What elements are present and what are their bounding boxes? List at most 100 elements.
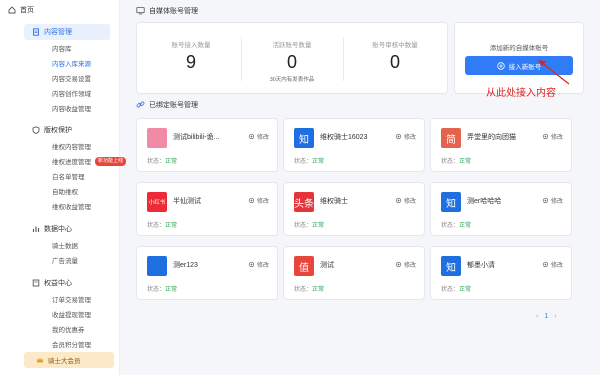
sidebar-item-knight-data[interactable]: 骑士数据 (0, 238, 120, 252)
account-card: 知测er哈哈哈 修改状态：正常 (430, 182, 572, 236)
sidebar-item-content-source[interactable]: 内容入库来源 (0, 56, 120, 70)
status-badge: 正常 (459, 287, 472, 293)
sidebar-item-rights-revenue[interactable]: 维权收益管理 (0, 199, 120, 213)
status-badge: 正常 (312, 159, 325, 165)
account-status: 状态：正常 (441, 220, 471, 229)
status-prefix: 状态： (294, 287, 313, 293)
sidebar-section-label: 数据中心 (44, 226, 72, 233)
account-card: 知维权骑士16023 修改 状态：正常 (283, 118, 425, 172)
account-logo (147, 256, 167, 276)
sidebar-section-data[interactable]: 数据中心 (0, 222, 120, 236)
account-name: 测试 (320, 262, 334, 269)
bound-accounts-title-text: 已绑定账号管理 (149, 102, 198, 109)
account-logo: 头条 (294, 192, 314, 212)
sidebar-item-content-trade[interactable]: 内容交易设置 (0, 71, 120, 85)
status-prefix: 状态： (294, 159, 313, 165)
edit-account-button[interactable]: 修改 (395, 196, 416, 205)
edit-account-button[interactable]: 修改 (248, 196, 269, 205)
status-prefix: 状态： (441, 159, 460, 165)
edit-account-button[interactable]: 修改 (248, 132, 269, 141)
account-card: 简弄堂里的向团猫 修改 状态：正常 (430, 118, 572, 172)
account-card: 头条 维权骑士 修改 状态：正常 (283, 182, 425, 236)
account-card: 测er123 修改 状态：正常 (136, 246, 278, 300)
sidebar-item-label: 首页 (20, 7, 34, 14)
link-icon (136, 100, 145, 111)
account-logo: 知 (294, 128, 314, 148)
page-title-text: 自媒体账号管理 (149, 8, 198, 15)
sidebar-item-label: 白名单管理 (52, 174, 85, 181)
sidebar-item-self-rights[interactable]: 自助维权 (0, 184, 120, 198)
status-badge: 正常 (459, 159, 472, 165)
page-number[interactable]: 1 (544, 313, 548, 320)
sidebar-section-label: 内容管理 (44, 29, 72, 36)
stat-label: 账号接入数量 (171, 42, 211, 49)
account-name: 弄堂里的向团猫 (467, 134, 516, 141)
gear-icon (542, 133, 549, 140)
sidebar-item-label: 自助维权 (52, 189, 78, 196)
account-status: 状态：正常 (441, 284, 471, 293)
page-title: 自媒体账号管理 (136, 6, 198, 16)
vip-member-label: 骑士大会员 (48, 358, 81, 365)
sidebar-item-coupons[interactable]: 我的优惠券 (0, 322, 120, 336)
add-account-label: 添加新的自媒体账号 (489, 45, 549, 52)
sidebar-item-ad-traffic[interactable]: 广告流量 (0, 253, 120, 267)
sidebar-section-rights-center[interactable]: 权益中心 (0, 276, 120, 290)
prev-page-icon[interactable]: ‹ (536, 313, 538, 320)
shield-icon (32, 126, 40, 134)
next-page-icon[interactable]: › (554, 313, 556, 320)
sidebar-item-label: 内容收益管理 (52, 106, 91, 113)
edit-account-button[interactable]: 修改 (542, 260, 563, 269)
edit-label: 修改 (403, 199, 416, 205)
gear-icon (395, 133, 402, 140)
media-account-icon (136, 6, 145, 17)
sidebar-item-points[interactable]: 会员积分管理 (0, 337, 120, 351)
sidebar-item-label: 收益提现管理 (52, 312, 91, 319)
sidebar-item-content-library[interactable]: 内容库 (0, 41, 120, 55)
sidebar-section-rights[interactable]: 版权保护 (0, 123, 120, 137)
edit-label: 修改 (550, 199, 563, 205)
edit-account-button[interactable]: 修改 (248, 260, 269, 269)
bar-chart-icon (32, 225, 40, 233)
main-content: 自媒体账号管理 账号接入数量 9 活跃账号数量 0 30天内有发表作品 账号审核… (120, 0, 600, 375)
account-status: 状态：正常 (147, 220, 177, 229)
edit-account-button[interactable]: 修改 (395, 260, 416, 269)
sidebar-item-withdraw[interactable]: 收益提现管理 (0, 307, 120, 321)
sidebar-item-content-field[interactable]: 内容创作领域 (0, 86, 120, 100)
status-prefix: 状态： (147, 287, 166, 293)
account-card: 值测试 修改 状态：正常 (283, 246, 425, 300)
sidebar-section-label: 权益中心 (44, 280, 72, 287)
account-name: 维权骑士 (320, 198, 348, 205)
stat-value: 9 (185, 52, 196, 72)
vip-member-button[interactable]: 骑士大会员 (24, 352, 114, 368)
gear-icon (395, 261, 402, 268)
edit-account-button[interactable]: 修改 (395, 132, 416, 141)
bound-accounts-title: 已绑定账号管理 (136, 100, 198, 110)
sidebar-item-label: 骑士数据 (52, 243, 78, 250)
edit-account-button[interactable]: 修改 (542, 196, 563, 205)
gear-icon (248, 261, 255, 268)
status-prefix: 状态： (147, 223, 166, 229)
account-status: 状态：正常 (441, 156, 471, 165)
account-logo: 知 (441, 192, 461, 212)
status-prefix: 状态： (294, 223, 313, 229)
sidebar-item-label: 内容创作领域 (52, 91, 91, 98)
sidebar-item-home[interactable]: 首页 (0, 3, 120, 17)
sidebar-item-orders[interactable]: 订单交易管理 (0, 292, 120, 306)
account-name: 测er哈哈哈 (467, 198, 502, 205)
sidebar-item-rights-content[interactable]: 维权内容管理 (0, 139, 120, 153)
stat-label: 活跃账号数量 (272, 42, 312, 49)
edit-label: 修改 (256, 135, 269, 141)
edit-account-button[interactable]: 修改 (542, 132, 563, 141)
document-icon (32, 28, 40, 36)
sidebar-item-label: 广告流量 (52, 258, 78, 265)
status-badge: 正常 (165, 223, 178, 229)
gear-icon (248, 133, 255, 140)
sidebar-item-whitelist[interactable]: 白名单管理 (0, 169, 120, 183)
sidebar-item-content-revenue[interactable]: 内容收益管理 (0, 101, 120, 115)
account-card: 知郁墨小清 修改 状态：正常 (430, 246, 572, 300)
edit-label: 修改 (256, 199, 269, 205)
sidebar-section-content[interactable]: 内容管理 (0, 25, 120, 39)
gear-icon (542, 197, 549, 204)
edit-label: 修改 (403, 263, 416, 269)
sidebar-item-label: 维权进度管理 (52, 159, 91, 166)
